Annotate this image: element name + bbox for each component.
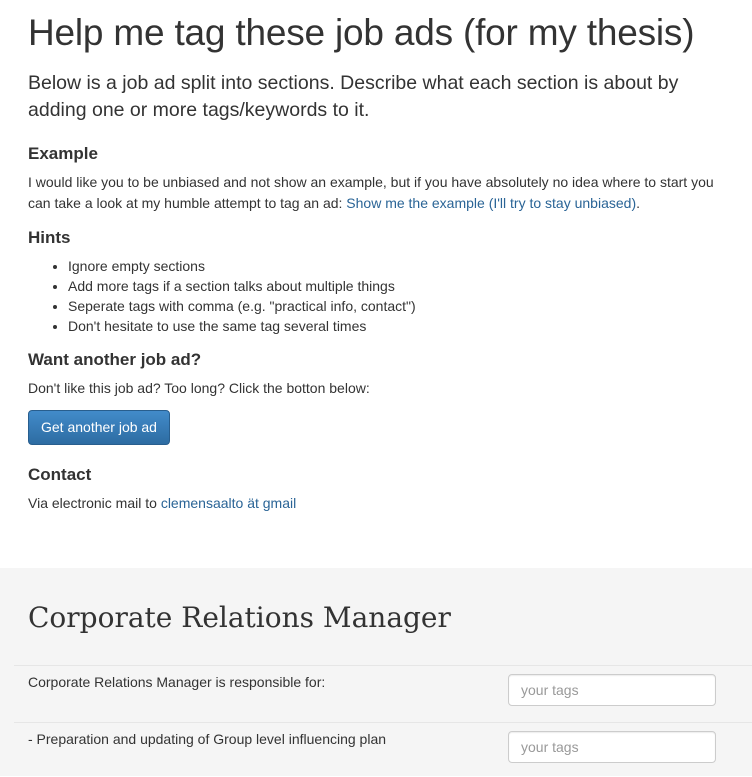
tags-input[interactable] — [508, 731, 716, 763]
contact-body: Via electronic mail to — [28, 495, 161, 511]
tags-input[interactable] — [508, 674, 716, 706]
get-another-job-ad-button[interactable]: Get another job ad — [28, 410, 170, 445]
another-ad-text: Don't like this job ad? Too long? Click … — [28, 380, 370, 396]
example-text: I would like you to be unbiased and not … — [28, 172, 724, 214]
job-ad-panel: Corporate Relations Manager Corporate Re… — [0, 568, 752, 776]
hint-item: Don't hesitate to use the same tag sever… — [68, 316, 724, 336]
contact-heading: Contact — [28, 465, 92, 484]
job-section-text: - Preparation and updating of Group leve… — [28, 731, 387, 747]
job-section-row: - Preparation and updating of Group leve… — [14, 722, 752, 777]
hint-item: Ignore empty sections — [68, 256, 724, 276]
job-title: Corporate Relations Manager — [28, 601, 451, 634]
contact-text: Via electronic mail to clemensaalto ät g… — [28, 493, 724, 514]
job-section-row: Corporate Relations Manager is responsib… — [14, 665, 752, 723]
intro-section: Help me tag these job ads (for my thesis… — [0, 0, 752, 514]
hints-heading: Hints — [28, 228, 71, 247]
example-heading: Example — [28, 144, 98, 163]
page-title: Help me tag these job ads (for my thesis… — [28, 12, 695, 53]
hint-item: Seperate tags with comma (e.g. "practica… — [68, 296, 724, 316]
hints-list: Ignore empty sections Add more tags if a… — [28, 256, 724, 336]
example-trailing: . — [636, 195, 640, 211]
hint-item: Add more tags if a section talks about m… — [68, 276, 724, 296]
contact-email-link[interactable]: clemensaalto ät gmail — [161, 495, 296, 511]
job-section-text: Corporate Relations Manager is responsib… — [28, 674, 326, 690]
another-ad-heading: Want another job ad? — [28, 350, 202, 369]
page-lead: Below is a job ad split into sections. D… — [28, 72, 679, 121]
show-example-link[interactable]: Show me the example (I'll try to stay un… — [346, 195, 636, 211]
